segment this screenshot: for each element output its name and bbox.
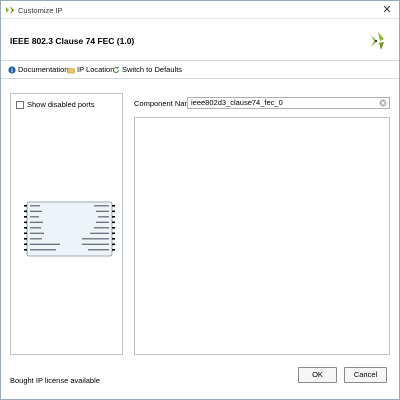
ip-location-label: IP Location: [77, 65, 115, 74]
close-icon[interactable]: ✕: [381, 4, 393, 16]
folder-icon: [67, 67, 75, 73]
info-icon: [8, 65, 16, 74]
checkbox-box[interactable]: [16, 100, 24, 109]
symbol-panel: Show disabled ports: [10, 93, 123, 355]
show-disabled-ports-label: Show disabled ports: [27, 100, 95, 109]
refresh-icon: [113, 66, 119, 73]
component-name-label: Component Name: [134, 99, 195, 108]
documentation-button[interactable]: Documentation: [8, 65, 68, 74]
title-bar: Customize IP ✕: [1, 1, 399, 19]
ip-title: IEEE 802.3 Clause 74 FEC (1.0): [10, 36, 135, 46]
clear-icon[interactable]: [379, 99, 387, 107]
switch-to-defaults-label: Switch to Defaults: [122, 65, 183, 74]
xilinx-logo-icon: [6, 6, 14, 14]
component-name-row: Component Name ieee802d3_clause74_fec_0: [134, 97, 390, 109]
ip-location-button[interactable]: IP Location: [67, 65, 114, 74]
xilinx-logo-icon: [371, 32, 384, 50]
parameters-panel: [134, 117, 390, 355]
ip-header: IEEE 802.3 Clause 74 FEC (1.0): [1, 20, 399, 61]
cancel-button[interactable]: Cancel: [344, 367, 387, 383]
toolbar: Documentation IP Location Switch to Defa…: [1, 61, 399, 79]
switch-to-defaults-button[interactable]: Switch to Defaults: [112, 65, 182, 74]
component-name-input[interactable]: ieee802d3_clause74_fec_0: [187, 97, 390, 109]
documentation-label: Documentation: [18, 65, 69, 74]
license-status-text: Bought IP license available: [10, 376, 100, 385]
show-disabled-ports-checkbox[interactable]: Show disabled ports: [16, 100, 95, 109]
ok-button[interactable]: OK: [298, 367, 337, 383]
ip-block-symbol: [24, 201, 115, 257]
window-title: Customize IP: [18, 6, 63, 15]
customize-ip-dialog: Customize IP ✕ IEEE 802.3 Clause 74 FEC …: [0, 0, 400, 400]
